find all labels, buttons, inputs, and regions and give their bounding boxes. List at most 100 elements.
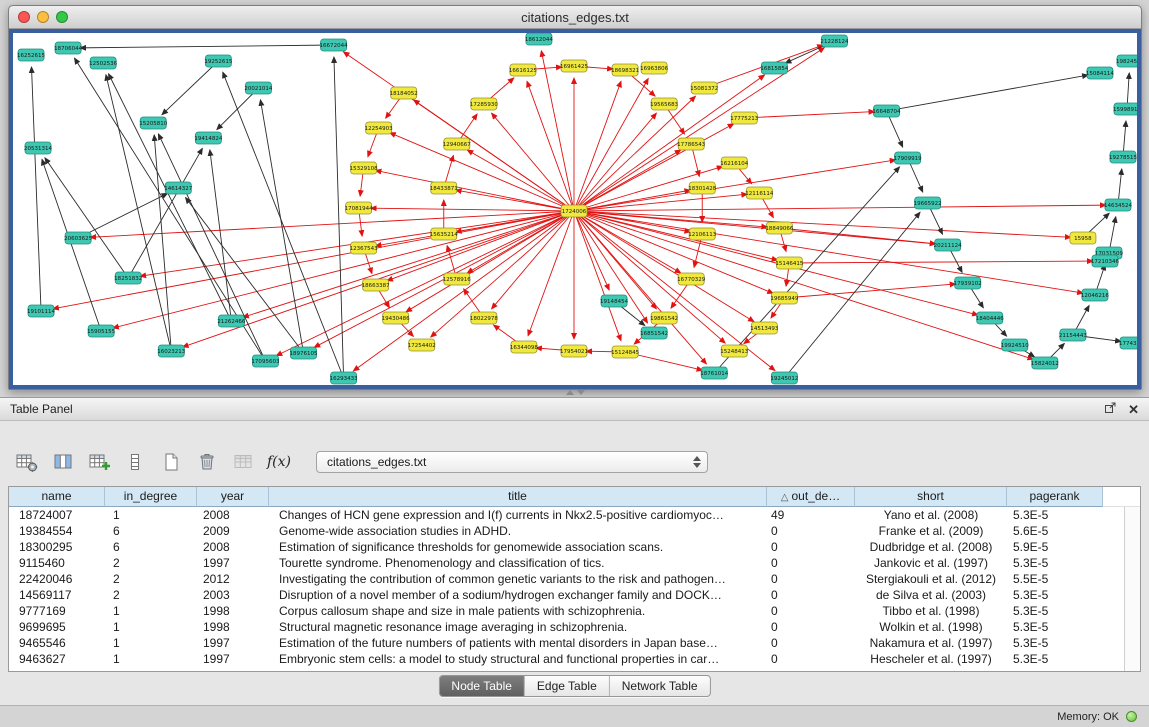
network-edge[interactable] (128, 148, 202, 278)
network-node[interactable]: 15124845 (611, 346, 640, 358)
network-node[interactable]: 1724006 (561, 205, 587, 217)
function-builder-button[interactable]: f(x) (266, 449, 292, 475)
network-node[interactable]: 18612044 (525, 33, 554, 45)
network-edge[interactable] (574, 205, 1106, 211)
network-edge[interactable] (223, 72, 344, 378)
network-node[interactable]: 21154443 (1059, 329, 1088, 341)
network-node[interactable]: 14614327 (164, 182, 193, 194)
table-select-dropdown[interactable]: citations_edges.txt (316, 451, 708, 473)
network-node[interactable]: 18022978 (470, 312, 499, 324)
network-node[interactable]: 19148454 (600, 295, 629, 307)
tab-node-table[interactable]: Node Table (439, 676, 524, 696)
splitter-handle[interactable] (564, 389, 586, 396)
vertical-scrollbar[interactable] (1124, 507, 1140, 671)
network-edge[interactable] (186, 198, 304, 353)
table-row[interactable]: 1456911722003Disruption of a novel membe… (9, 587, 1140, 603)
network-node[interactable]: 19685949 (770, 292, 799, 304)
network-node[interactable]: 17939102 (954, 277, 982, 289)
create-column-button[interactable] (86, 449, 112, 475)
table-row[interactable]: 1872400712008Changes of HCN gene express… (9, 507, 1140, 523)
network-node[interactable]: 15998912 (1113, 103, 1137, 115)
network-edge[interactable] (527, 81, 574, 211)
network-edge[interactable] (154, 135, 171, 351)
network-node[interactable]: 16770329 (677, 273, 706, 285)
network-node[interactable]: 21262466 (217, 315, 246, 327)
network-edge[interactable] (714, 167, 899, 373)
network-node[interactable]: 16216104 (720, 157, 749, 169)
network-node[interactable]: 18301428 (688, 182, 717, 194)
network-node[interactable]: 18663387 (362, 279, 391, 291)
network-node[interactable]: 16252615 (17, 49, 46, 61)
network-edge[interactable] (779, 228, 935, 244)
row-tools-button[interactable] (122, 449, 148, 475)
network-node[interactable]: 20531314 (24, 142, 53, 154)
show-columns-button[interactable] (50, 449, 76, 475)
network-node[interactable]: 19665922 (914, 197, 942, 209)
network-edge[interactable] (210, 150, 232, 321)
network-node[interactable]: 16851542 (640, 327, 668, 339)
network-edge[interactable] (574, 211, 621, 341)
network-edge[interactable] (574, 211, 706, 364)
close-window-button[interactable] (18, 11, 30, 23)
network-node[interactable]: 12254903 (365, 122, 394, 134)
network-node[interactable]: 16961425 (560, 60, 589, 72)
network-node[interactable]: 18251832 (114, 272, 142, 284)
network-edge[interactable] (390, 133, 574, 211)
network-edge[interactable] (574, 75, 765, 211)
network-node[interactable]: 16672044 (320, 39, 349, 51)
network-node[interactable]: 18761014 (700, 367, 729, 379)
network-node[interactable]: 19414824 (194, 132, 223, 144)
network-node[interactable]: 15905155 (87, 325, 116, 337)
network-edge[interactable] (78, 193, 167, 238)
network-node[interactable]: 20603625 (64, 232, 93, 244)
table-mode-button[interactable] (14, 449, 40, 475)
network-node[interactable]: 21228124 (820, 35, 849, 47)
network-node[interactable]: 15248413 (720, 345, 749, 357)
network-node[interactable]: 15958 (1070, 232, 1096, 244)
network-edge[interactable] (162, 61, 218, 115)
network-node[interactable]: 15205810 (139, 117, 168, 129)
network-node[interactable]: 15084114 (1086, 67, 1115, 79)
network-node[interactable]: 16616125 (509, 64, 538, 76)
network-node[interactable]: 19565683 (650, 98, 679, 110)
column-header-name[interactable]: name (9, 487, 105, 507)
network-node[interactable]: 17285930 (470, 98, 499, 110)
column-header-in_degree[interactable]: in_degree (105, 487, 197, 507)
network-edge[interactable] (574, 211, 609, 290)
network-node[interactable]: 16344098 (510, 341, 539, 353)
network-node[interactable]: 15824012 (1031, 357, 1059, 369)
network-node[interactable]: 18698321 (611, 64, 639, 76)
network-edge[interactable] (887, 75, 1089, 111)
network-node[interactable]: 18849066 (765, 222, 794, 234)
network-node[interactable]: 15635214 (430, 228, 459, 240)
table-row[interactable]: 1938455462009Genome-wide association stu… (9, 523, 1140, 539)
column-header-year[interactable]: year (197, 487, 269, 507)
network-edge[interactable] (744, 112, 874, 118)
network-node[interactable]: 19252615 (204, 55, 233, 67)
network-node[interactable]: 15146415 (775, 257, 804, 269)
network-window-titlebar[interactable]: citations_edges.txt (9, 6, 1141, 29)
network-node[interactable]: 18404446 (976, 312, 1005, 324)
network-edge[interactable] (574, 211, 1083, 293)
network-canvas[interactable]: 1724006169614251869832119565683177865431… (13, 33, 1137, 385)
network-node[interactable]: 12578916 (443, 273, 472, 285)
network-node[interactable]: 16815854 (760, 62, 789, 74)
table-row[interactable]: 1830029562008Estimation of significance … (9, 539, 1140, 555)
network-edge[interactable] (574, 113, 656, 211)
network-edge[interactable] (80, 45, 333, 48)
table-row[interactable]: 969969511998Structural magnetic resonanc… (9, 619, 1140, 635)
network-node[interactable]: 18184052 (390, 87, 418, 99)
network-node[interactable]: 17775213 (730, 112, 759, 124)
network-node[interactable]: 12116114 (745, 187, 774, 199)
network-node[interactable]: 19924510 (1001, 339, 1030, 351)
network-edge[interactable] (334, 57, 344, 378)
network-node[interactable]: 18976105 (290, 347, 319, 359)
network-node[interactable]: 14513493 (750, 322, 779, 334)
network-node[interactable]: 17081944 (345, 202, 374, 214)
network-edge[interactable] (45, 158, 128, 278)
network-edge[interactable] (789, 261, 1093, 263)
delete-entries-button[interactable] (194, 449, 220, 475)
table-row[interactable]: 911546021997Tourette syndrome. Phenomeno… (9, 555, 1140, 571)
table-row[interactable]: 946362711997Embryonic stem cells: a mode… (9, 651, 1140, 667)
network-node[interactable]: 19245012 (770, 372, 798, 384)
